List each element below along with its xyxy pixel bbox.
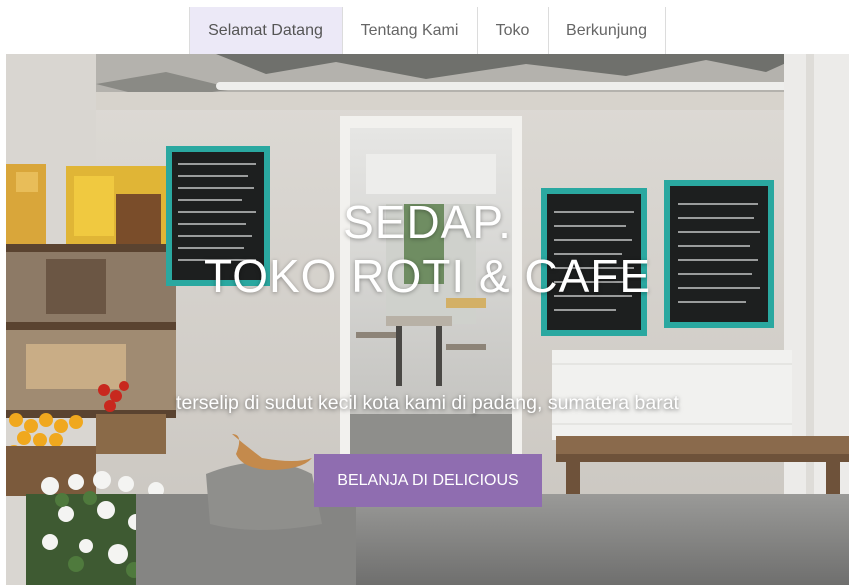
nav-item-toko[interactable]: Toko — [478, 7, 549, 54]
top-nav: Selamat Datang Tentang Kami Toko Berkunj… — [0, 0, 854, 54]
hero-section: SEDAP. TOKO ROTI & CAFE terselip di sudu… — [6, 54, 849, 585]
hero-title-line2: TOKO ROTI & CAFE — [203, 250, 652, 302]
nav-item-berkunjung[interactable]: Berkunjung — [549, 7, 666, 54]
shop-cta-button[interactable]: BELANJA DI DELICIOUS — [314, 454, 542, 507]
nav-item-tentang-kami[interactable]: Tentang Kami — [343, 7, 478, 54]
hero-subtitle: terselip di sudut kecil kota kami di pad… — [176, 392, 679, 414]
nav-list: Selamat Datang Tentang Kami Toko Berkunj… — [188, 7, 666, 54]
nav-item-selamat-datang[interactable]: Selamat Datang — [189, 7, 343, 54]
hero-title-line1: SEDAP. — [343, 196, 512, 248]
right-page-gutter — [849, 54, 854, 588]
hero-title: SEDAP. TOKO ROTI & CAFE — [6, 195, 849, 303]
